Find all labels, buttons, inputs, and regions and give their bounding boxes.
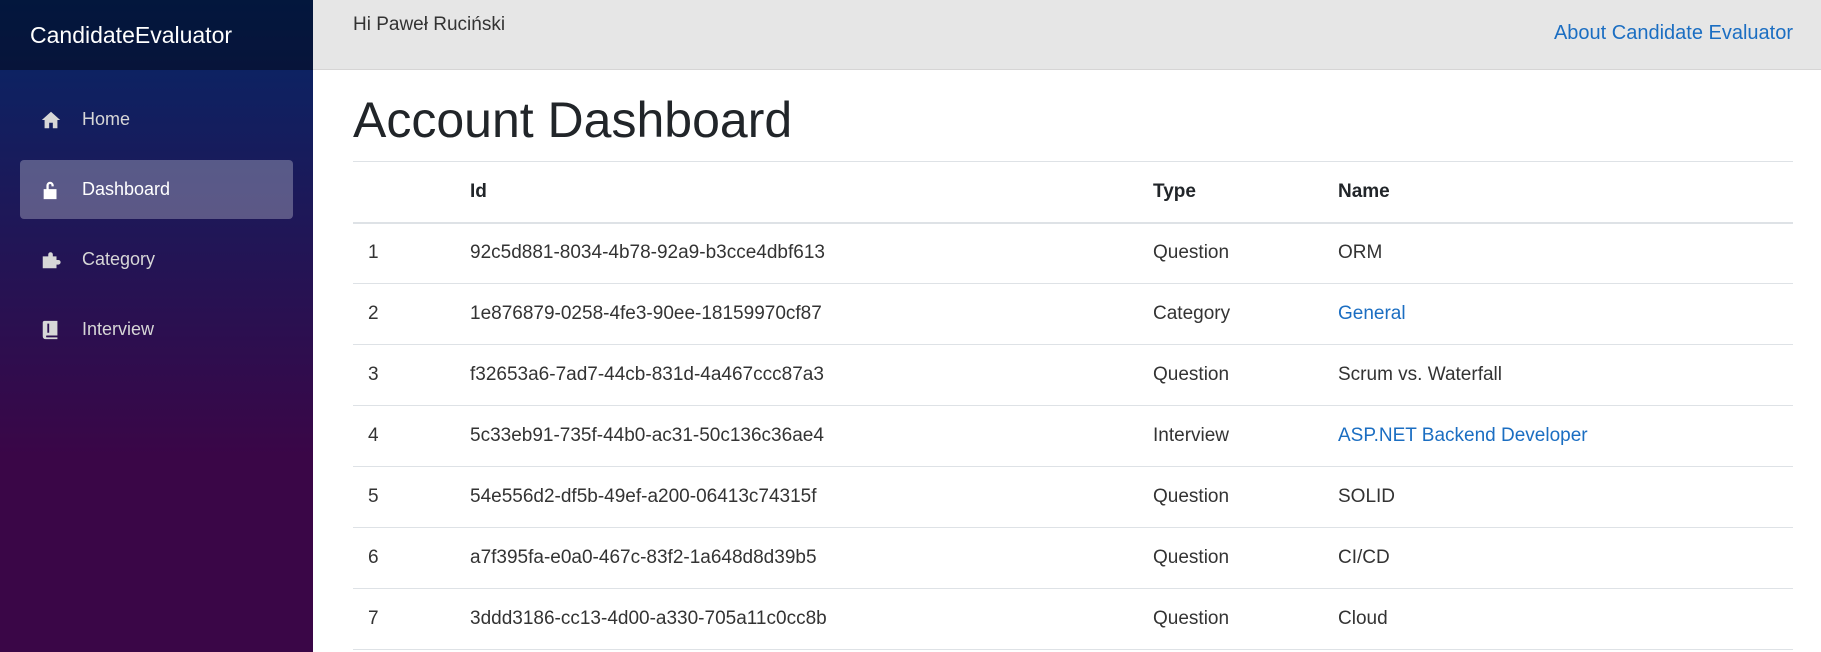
- top-bar: Hi Paweł Ruciński About Candidate Evalua…: [313, 0, 1821, 70]
- row-id-cell: f32653a6-7ad7-44cb-831d-4a467ccc87a3: [455, 344, 1138, 406]
- user-greeting: Hi Paweł Ruciński: [353, 14, 506, 35]
- table-row: 3 f32653a6-7ad7-44cb-831d-4a467ccc87a3 Que…: [353, 344, 1793, 406]
- column-header-number: [353, 162, 455, 223]
- sidebar-item-label: Home: [82, 109, 131, 129]
- row-id-cell: 3ddd3186-cc13-4d00-a330-705a11c0cc8b: [455, 588, 1138, 650]
- row-number-cell: 4: [353, 405, 455, 467]
- sidebar-item-label: Dashboard: [82, 179, 171, 199]
- row-type-cell: Question: [1138, 527, 1323, 589]
- column-header-name: Name: [1338, 180, 1390, 202]
- row-id-cell: 5c33eb91-735f-44b0-ac31-50c136c36ae4: [455, 405, 1138, 467]
- brand-title[interactable]: CandidateEvaluator: [30, 22, 232, 49]
- brand-bar: CandidateEvaluator: [0, 0, 313, 70]
- home-icon: [40, 109, 62, 131]
- about-link[interactable]: About Candidate Evaluator: [1554, 22, 1793, 45]
- row-id-cell: 1e876879-0258-4fe3-90ee-18159970cf87: [455, 283, 1138, 345]
- sidebar-item-category[interactable]: Category: [20, 230, 293, 289]
- row-name-cell: CI/CD: [1323, 527, 1793, 589]
- sidebar: CandidateEvaluator Home Dashboard Catego…: [0, 0, 313, 652]
- puzzle-piece-icon: [40, 249, 62, 271]
- table-row: 5 54e556d2-df5b-49ef-a200-06413c74315f Que…: [353, 466, 1793, 528]
- row-number-cell: 7: [353, 588, 455, 650]
- row-type-cell: Interview: [1138, 405, 1323, 467]
- column-header-id: Id: [470, 180, 487, 202]
- sidebar-item-interview[interactable]: Interview: [20, 300, 293, 359]
- row-id-cell: 92c5d881-8034-4b78-92a9-b3cce4dbf613: [455, 222, 1138, 284]
- sidebar-nav: Home Dashboard Category Interview: [0, 70, 313, 359]
- row-id-cell: 54e556d2-df5b-49ef-a200-06413c74315f: [455, 466, 1138, 528]
- sidebar-item-home[interactable]: Home: [20, 90, 293, 149]
- row-name-cell: ORM: [1323, 222, 1793, 284]
- table-row: 1 92c5d881-8034-4b78-92a9-b3cce4dbf613 Que…: [353, 222, 1793, 284]
- row-type-cell: Question: [1138, 222, 1323, 284]
- table-row: 7 3ddd3186-cc13-4d00-a330-705a11c0cc8b Que…: [353, 588, 1793, 650]
- row-name-cell: ASP.NET Backend Developer: [1323, 405, 1793, 467]
- row-number-cell: 2: [353, 283, 455, 345]
- row-type-cell: Question: [1138, 344, 1323, 406]
- row-number-cell: 1: [353, 222, 455, 284]
- row-number-cell: 6: [353, 527, 455, 589]
- row-id-cell: a7f395fa-e0a0-467c-83f2-1a648d8d39b5: [455, 527, 1138, 589]
- column-header-type: Type: [1153, 180, 1196, 202]
- row-type-cell: Category: [1138, 283, 1323, 345]
- row-type-cell: Question: [1138, 588, 1323, 650]
- row-number-cell: 3: [353, 344, 455, 406]
- row-name-cell: Cloud: [1323, 588, 1793, 650]
- sidebar-item-label: Interview: [82, 319, 155, 339]
- sidebar-item-dashboard[interactable]: Dashboard: [20, 160, 293, 219]
- row-name-link[interactable]: ASP.NET Backend Developer: [1338, 425, 1588, 446]
- row-name-cell: Scrum vs. Waterfall: [1323, 344, 1793, 406]
- unlocked-padlock-icon: [40, 179, 62, 201]
- main-content: Account Dashboard Id Type Name 1 92c5d881…: [353, 70, 1793, 650]
- table-row: 4 5c33eb91-735f-44b0-ac31-50c136c36ae4 Int…: [353, 405, 1793, 467]
- dashboard-table: Id Type Name 1 92c5d881-8034-4b78-92a9-b3…: [353, 161, 1793, 650]
- table-row: 6 a7f395fa-e0a0-467c-83f2-1a648d8d39b5 Que…: [353, 527, 1793, 589]
- table-header-row: Id Type Name: [353, 161, 1793, 223]
- table-body: 1 92c5d881-8034-4b78-92a9-b3cce4dbf613 Que…: [353, 222, 1793, 650]
- row-number-cell: 5: [353, 466, 455, 528]
- row-name-link[interactable]: General: [1338, 303, 1406, 324]
- row-name-cell: SOLID: [1323, 466, 1793, 528]
- book-icon: [40, 319, 62, 341]
- page-title: Account Dashboard: [353, 92, 793, 148]
- sidebar-item-label: Category: [82, 249, 156, 269]
- row-type-cell: Question: [1138, 466, 1323, 528]
- table-row: 2 1e876879-0258-4fe3-90ee-18159970cf87 Cat…: [353, 283, 1793, 345]
- row-name-cell: General: [1323, 283, 1793, 345]
